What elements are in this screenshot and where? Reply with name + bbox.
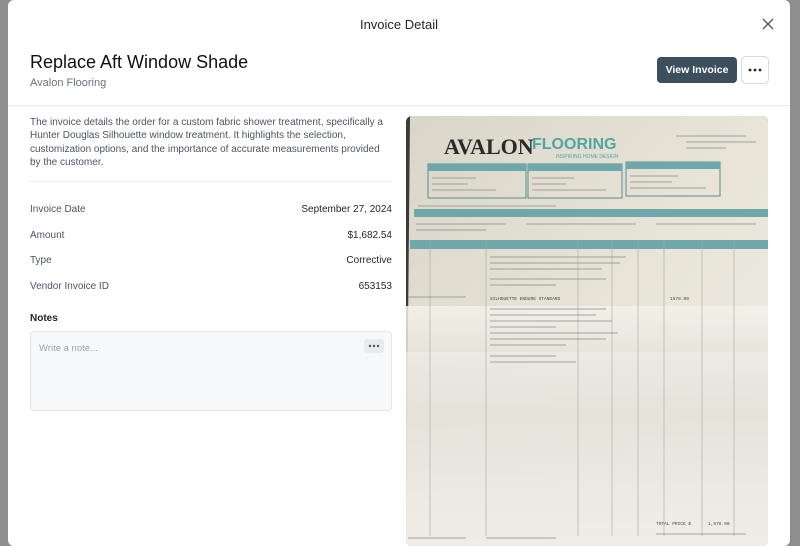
field-value: 653153 — [358, 280, 392, 292]
header-divider — [8, 105, 790, 106]
invoice-description: The invoice details the order for a cust… — [30, 117, 383, 168]
invoice-document-image[interactable]: AVALON FLOORING INSPIRING HOME DESIGN SI… — [406, 116, 768, 546]
doc-line-amount: 1578.00 — [670, 296, 689, 302]
invoice-header: Replace Aft Window Shade Avalon Flooring… — [8, 48, 790, 106]
field-value: $1,682.54 — [347, 229, 393, 241]
notes-label: Notes — [30, 313, 58, 325]
doc-tagline: INSPIRING HOME DESIGN — [556, 154, 619, 160]
field-label: Amount — [30, 229, 65, 241]
field-row-invoice-date: Invoice Date September 27, 2024 — [30, 197, 392, 223]
doc-total-label: TOTAL PRICE $ — [656, 521, 691, 527]
close-button[interactable] — [758, 14, 778, 34]
close-icon — [762, 18, 774, 30]
more-actions-button[interactable] — [741, 56, 769, 84]
details-pane: The invoice details the order for a cust… — [30, 116, 392, 412]
field-value: September 27, 2024 — [301, 204, 392, 216]
invoice-title: Replace Aft Window Shade — [30, 52, 249, 72]
invoice-detail-modal: Invoice Detail Replace Aft Window Shade … — [8, 0, 790, 546]
doc-item-desc: SILHOUETTE ENDURE STANDARD — [490, 296, 561, 302]
doc-brand-a: AVALON — [444, 134, 534, 159]
notes-placeholder: Write a note... — [39, 343, 98, 355]
field-label: Invoice Date — [30, 204, 86, 216]
notes-input[interactable]: Write a note... — [30, 331, 392, 412]
modal-title: Invoice Detail — [359, 16, 439, 32]
field-value: Corrective — [346, 255, 392, 267]
more-horizontal-icon — [748, 68, 762, 72]
modal-header: Invoice Detail — [8, 0, 790, 48]
doc-brand-b: FLOORING — [532, 136, 616, 153]
vendor-name: Avalon Flooring — [30, 77, 107, 89]
field-row-type: Type Corrective — [30, 248, 392, 274]
field-label: Type — [30, 255, 52, 267]
view-invoice-button[interactable]: View Invoice — [657, 57, 737, 83]
more-horizontal-icon — [368, 344, 380, 348]
field-row-vendor-invoice-id: Vendor Invoice ID 653153 — [30, 274, 392, 300]
field-row-amount: Amount $1,682.54 — [30, 223, 392, 249]
field-label: Vendor Invoice ID — [30, 280, 109, 292]
notes-more-button[interactable] — [364, 339, 384, 354]
invoice-fields: Invoice Date September 27, 2024 Amount $… — [30, 197, 392, 299]
description-divider — [30, 181, 392, 183]
doc-total-value: 1,578.00 — [708, 521, 730, 527]
invoice-photo: AVALON FLOORING INSPIRING HOME DESIGN SI… — [406, 116, 768, 546]
